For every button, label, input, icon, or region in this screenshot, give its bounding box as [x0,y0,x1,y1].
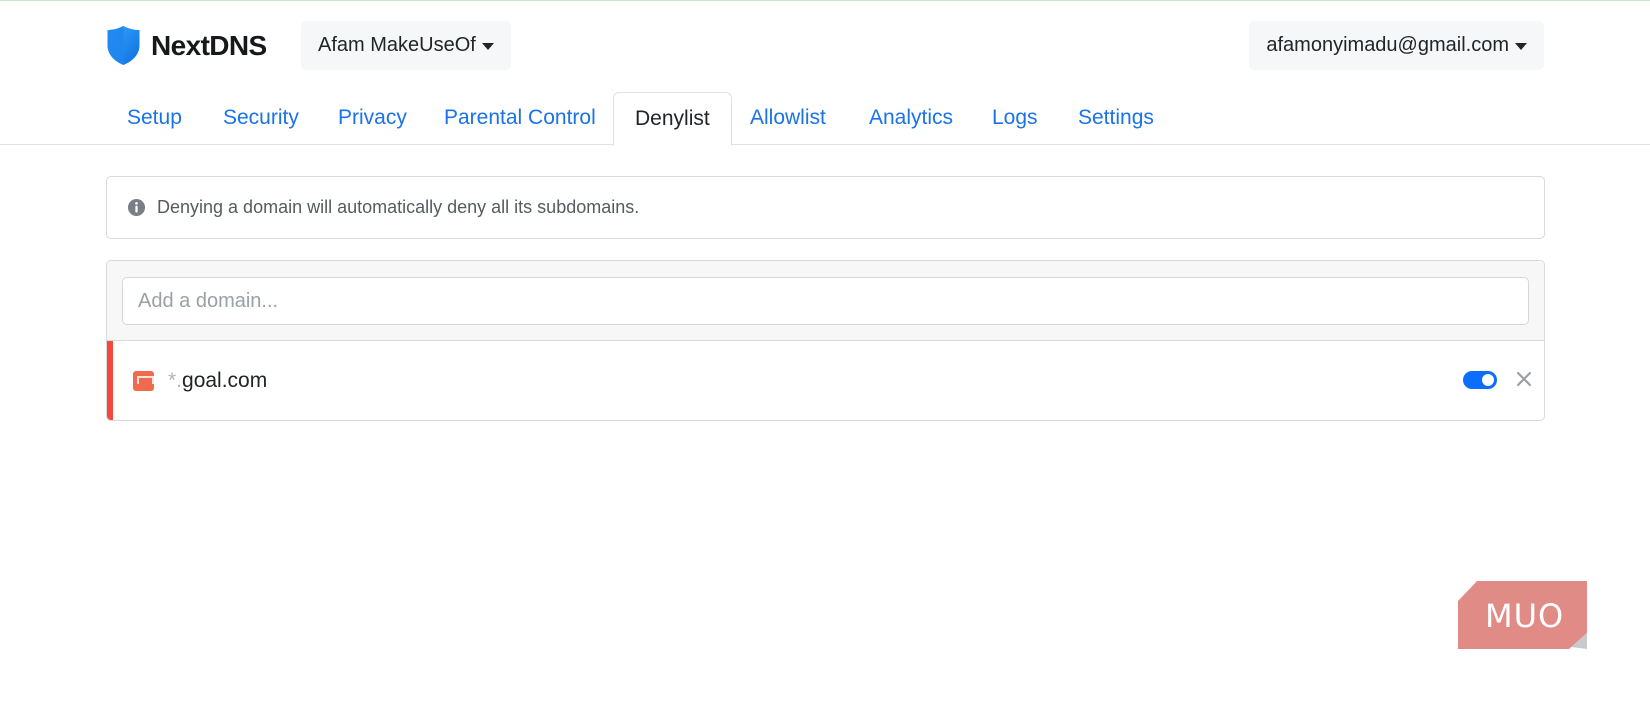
brand-logo[interactable]: NextDNS [106,25,267,66]
caret-down-icon [1515,43,1527,50]
close-icon [1516,371,1532,387]
account-dropdown[interactable]: afamonyimadu@gmail.com [1249,21,1544,70]
tab-privacy[interactable]: Privacy [317,92,428,145]
denylist-card: *.goal.com [106,260,1545,421]
domain-favicon-icon [133,371,154,391]
profile-dropdown[interactable]: Afam MakeUseOf [301,21,511,70]
svg-text:MUO: MUO [1485,597,1564,635]
wildcard-prefix: *. [168,369,183,392]
add-domain-input[interactable] [122,277,1529,325]
tab-denylist[interactable]: Denylist [613,92,732,146]
tab-security[interactable]: Security [202,92,320,145]
nav-tabs: Setup Security Privacy Parental Control … [0,92,1650,146]
profile-name: Afam MakeUseOf [318,34,476,56]
denylist-entry: *.goal.com [107,341,1544,420]
caret-down-icon [481,43,494,50]
info-alert: Denying a domain will automatically deny… [106,176,1545,239]
tab-parental-control[interactable]: Parental Control [423,92,617,145]
tab-setup[interactable]: Setup [106,92,203,145]
remove-entry-button[interactable] [1514,369,1534,391]
tab-analytics[interactable]: Analytics [848,92,974,145]
info-text: Denying a domain will automatically deny… [157,197,640,217]
top-header: NextDNS Afam MakeUseOf afamonyimadu@gmai… [0,1,1650,91]
add-domain-section [107,261,1544,341]
account-email: afamonyimadu@gmail.com [1266,34,1509,56]
domain-value: goal.com [182,369,268,392]
muo-watermark-logo: MUO [1458,581,1587,649]
shield-icon [107,26,140,65]
domain-name: *.goal.com [168,369,267,393]
tab-allowlist[interactable]: Allowlist [729,92,847,145]
tab-logs[interactable]: Logs [971,92,1059,145]
entry-enabled-toggle[interactable] [1463,371,1497,389]
info-icon [127,198,146,217]
tab-settings[interactable]: Settings [1057,92,1175,145]
brand-name: NextDNS [151,29,267,61]
